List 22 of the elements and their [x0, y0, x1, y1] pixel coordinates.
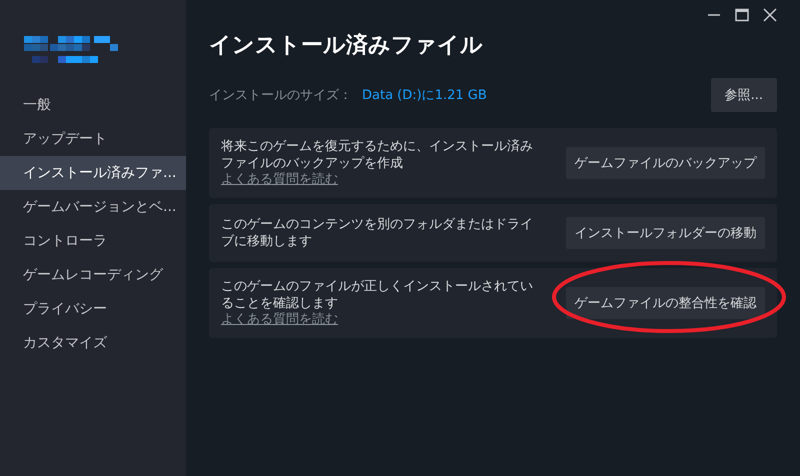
install-size-label: インストールのサイズ： [209, 87, 352, 104]
sidebar-item[interactable]: インストール済みファ... [0, 156, 186, 190]
maximize-icon[interactable] [735, 8, 749, 22]
action-description: 将来このゲームを復元するために、インストール済みファイルのバックアップを作成 [221, 138, 534, 172]
page-title: インストール済みファイル [209, 32, 484, 60]
faq-link[interactable]: よくある質問を読む [221, 312, 338, 328]
action-description: このゲームのコンテンツを別のフォルダまたはドライブに移動します [221, 216, 534, 250]
sidebar-item[interactable]: コントローラ [0, 224, 186, 258]
action-button[interactable]: インストールフォルダーの移動 [566, 217, 765, 249]
faq-link[interactable]: よくある質問を読む [221, 172, 338, 188]
sidebar-item[interactable]: アップデート [0, 122, 186, 156]
browse-button[interactable]: 参照... [710, 78, 777, 112]
sidebar-item[interactable]: カスタマイズ [0, 326, 186, 360]
sidebar-item[interactable]: ゲームバージョンとベ... [0, 190, 186, 224]
sidebar-item[interactable]: 一般 [0, 88, 186, 122]
action-description: このゲームのファイルが正しくインストールされていることを確認します [221, 278, 534, 312]
action-button[interactable]: ゲームファイルの整合性を確認 [566, 287, 765, 319]
sidebar-item[interactable]: ゲームレコーディング [0, 258, 186, 292]
install-size-value: Data (D:)に1.21 GB [362, 87, 487, 104]
sidebar-item[interactable]: プライバシー [0, 292, 186, 326]
close-icon[interactable] [763, 8, 777, 22]
action-button[interactable]: ゲームファイルのバックアップ [566, 147, 765, 179]
